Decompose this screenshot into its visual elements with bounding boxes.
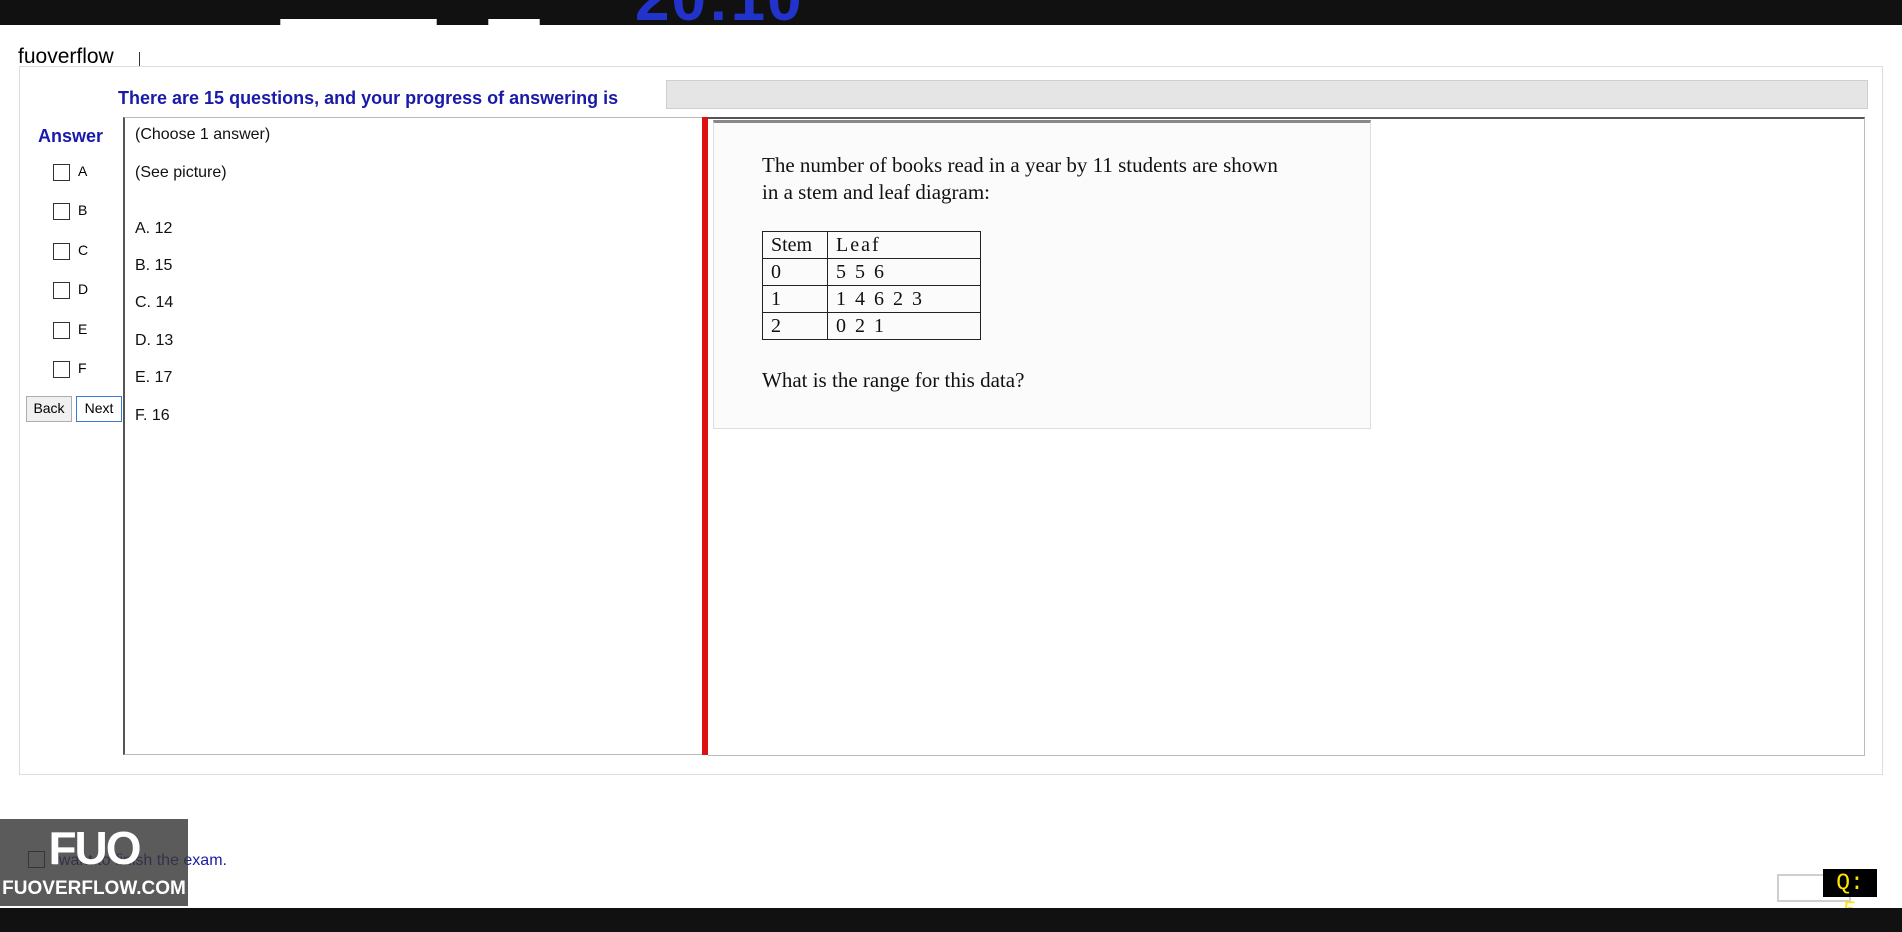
checkbox[interactable] (53, 282, 70, 299)
answer-option-label: E (78, 321, 88, 337)
question-image-text: What is the range for this data? (762, 368, 1025, 392)
stem-leaf-table: Stem Leaf 0 5 5 6 1 1 4 6 2 3 2 0 2 1 (762, 231, 981, 340)
choice-text: A. 12 (135, 220, 173, 237)
table-header: Leaf (827, 231, 981, 259)
top-control-stub-small (488, 19, 540, 25)
question-instruction: (Choose 1 answer) (135, 126, 271, 143)
question-image-text: in a stem and leaf diagram: (762, 180, 990, 204)
watermark-logo: FUO (48, 822, 141, 874)
table-cell: 0 (762, 258, 828, 286)
choice-text: E. 17 (135, 369, 173, 386)
table-cell: 0 2 1 (827, 312, 981, 340)
table-header: Stem (762, 231, 828, 259)
progress-bar (666, 80, 1868, 109)
answer-option-label: A (78, 163, 88, 179)
back-button[interactable]: Back (26, 396, 72, 422)
bottom-bar (0, 908, 1902, 932)
answer-option-label: D (78, 281, 89, 297)
answer-option-label: C (78, 242, 89, 258)
table-row: 0 5 5 6 (762, 258, 981, 286)
choice-text: C. 14 (135, 294, 174, 311)
table-cell: 1 4 6 2 3 (827, 285, 981, 313)
top-bar: 20:10 (0, 0, 1902, 25)
answer-title: Answer (38, 126, 104, 146)
checkbox[interactable] (53, 322, 70, 339)
next-button[interactable]: Next (76, 396, 122, 422)
answer-option-label: B (78, 202, 88, 218)
choice-text: F. 16 (135, 407, 170, 424)
checkbox[interactable] (53, 361, 70, 378)
choice-text: B. 15 (135, 257, 173, 274)
table-header-row: Stem Leaf (762, 231, 981, 259)
question-note: (See picture) (135, 164, 227, 181)
choice-text: D. 13 (135, 332, 174, 349)
table-row: 1 1 4 6 2 3 (762, 285, 981, 313)
checkbox[interactable] (53, 243, 70, 260)
table-row: 2 0 2 1 (762, 312, 981, 340)
top-control-stub (280, 19, 437, 25)
question-text-pane[interactable]: (Choose 1 answer) (See picture) A. 12 B.… (123, 117, 705, 755)
answer-option-label: F (78, 360, 87, 376)
table-cell: 2 (762, 312, 828, 340)
question-number-badge: Q: 5 (1823, 869, 1877, 924)
table-cell: 5 5 6 (827, 258, 981, 286)
watermark: FUO FUOVERFLOW.COM (0, 819, 188, 906)
watermark-text: FUOVERFLOW.COM (2, 878, 186, 899)
exam-timer: 20:10 (635, 0, 804, 25)
checkbox[interactable] (53, 164, 70, 181)
checkbox[interactable] (53, 203, 70, 220)
question-image-text: The number of books read in a year by 11… (762, 153, 1278, 177)
progress-label: There are 15 questions, and your progres… (118, 88, 619, 108)
question-image: The number of books read in a year by 11… (713, 120, 1371, 429)
table-cell: 1 (762, 285, 828, 313)
